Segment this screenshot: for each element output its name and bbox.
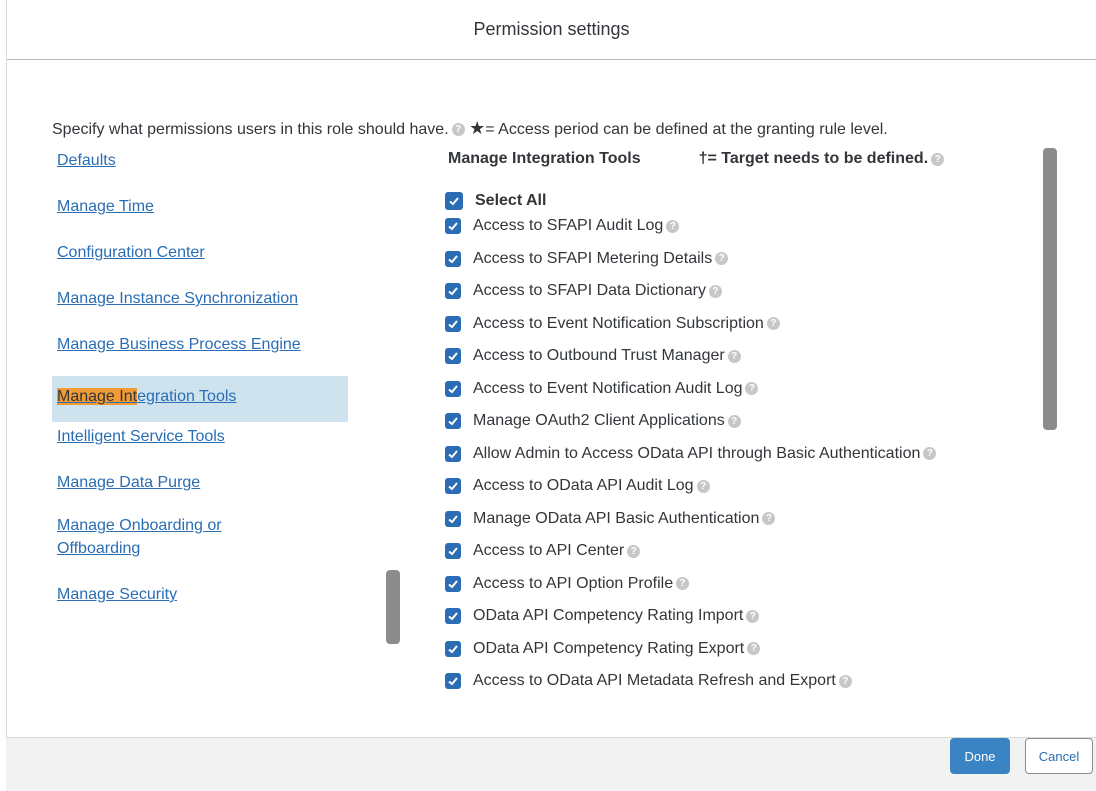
nav-item-configuration-center[interactable]: Configuration Center	[52, 238, 348, 284]
permission-row: Allow Admin to Access OData API through …	[440, 438, 1020, 471]
panel-title: Manage Integration Tools	[448, 150, 641, 167]
intro-text: Specify what permissions users in this r…	[52, 121, 449, 138]
permission-checkbox[interactable]	[445, 250, 461, 267]
help-icon[interactable]: ?	[696, 479, 710, 493]
nav-item-intelligent-service-tools[interactable]: Intelligent Service Tools	[52, 422, 348, 468]
select-all-label: Select All	[475, 192, 547, 209]
permission-row: Access to API Option Profile?	[440, 568, 1020, 601]
permission-panel: Manage Integration Tools †= Target needs…	[440, 146, 1020, 716]
permission-checkbox[interactable]	[445, 348, 461, 365]
search-highlight: Manage Int	[57, 388, 138, 405]
permission-row: OData API Competency Rating Import?	[440, 600, 1020, 633]
nav-item-manage-security[interactable]: Manage Security	[52, 580, 348, 626]
nav-item-label-line2: Offboarding	[57, 540, 141, 557]
nav-item-manage-onboarding[interactable]: Manage Onboarding or Offboarding	[52, 514, 348, 580]
dialog-title: Permission settings	[473, 19, 630, 39]
cancel-button[interactable]: Cancel	[1025, 738, 1093, 774]
permission-label: Access to OData API Metadata Refresh and…	[473, 672, 836, 690]
permission-label: Allow Admin to Access OData API through …	[473, 444, 921, 462]
permission-row: Access to Outbound Trust Manager?	[440, 340, 1020, 373]
nav-item-manage-integration-tools[interactable]: Manage Integration Tools	[52, 376, 348, 422]
permission-label: Access to SFAPI Audit Log	[473, 217, 664, 235]
help-icon[interactable]: ?	[727, 349, 741, 363]
help-icon[interactable]: ?	[727, 414, 741, 428]
select-all-checkbox[interactable]	[445, 192, 463, 210]
nav-item-label-rest: egration Tools	[137, 388, 237, 405]
nav-item-manage-bpe[interactable]: Manage Business Process Engine	[52, 330, 348, 376]
permission-row: OData API Competency Rating Export?	[440, 633, 1020, 666]
permission-label: Manage OAuth2 Client Applications	[473, 412, 725, 430]
permission-checkbox[interactable]	[445, 413, 461, 430]
help-icon[interactable]: ?	[708, 284, 722, 298]
permission-label: Access to OData API Audit Log	[473, 477, 694, 495]
permission-label: Access to Outbound Trust Manager	[473, 347, 725, 365]
help-icon[interactable]: ?	[766, 317, 780, 331]
help-icon[interactable]: ?	[451, 123, 465, 137]
permission-list: Select All Access to SFAPI Audit Log? Acc…	[440, 186, 1020, 698]
help-icon[interactable]: ?	[931, 152, 945, 166]
permission-row: Access to SFAPI Data Dictionary?	[440, 275, 1020, 308]
nav-item-manage-instance-sync[interactable]: Manage Instance Synchronization	[52, 284, 348, 330]
permission-label: Access to API Center	[473, 542, 625, 560]
permission-row: Access to API Center?	[440, 535, 1020, 568]
permission-checkbox[interactable]	[445, 478, 461, 495]
permission-checkbox[interactable]	[445, 283, 461, 300]
help-icon[interactable]: ?	[762, 512, 776, 526]
help-icon[interactable]: ?	[676, 577, 690, 591]
permission-checkbox[interactable]	[445, 543, 461, 560]
permission-checkbox[interactable]	[445, 608, 461, 625]
permission-category-nav: Defaults Manage Time Configuration Cente…	[52, 146, 352, 686]
nav-scrollbar[interactable]	[386, 570, 400, 644]
permission-row: Manage OData API Basic Authentication?	[440, 503, 1020, 536]
star-note: = Access period can be defined at the gr…	[485, 121, 888, 138]
dialog-header: Permission settings	[7, 0, 1096, 60]
permission-label: Access to Event Notification Audit Log	[473, 379, 743, 397]
permission-row: Access to OData API Audit Log?	[440, 470, 1020, 503]
permission-checkbox[interactable]	[445, 640, 461, 657]
panel-header: Manage Integration Tools †= Target needs…	[440, 146, 1020, 172]
nav-item-defaults[interactable]: Defaults	[52, 146, 348, 192]
select-all-row: Select All	[440, 186, 1020, 210]
permission-checkbox[interactable]	[445, 510, 461, 527]
help-icon[interactable]: ?	[666, 219, 680, 233]
permission-checkbox[interactable]	[445, 673, 461, 690]
permission-label: OData API Competency Rating Export	[473, 639, 745, 657]
permission-row: Access to OData API Metadata Refresh and…	[440, 665, 1020, 698]
permission-row: Access to SFAPI Metering Details?	[440, 243, 1020, 276]
dialog-footer	[6, 737, 1096, 791]
help-icon[interactable]: ?	[923, 447, 937, 461]
done-button[interactable]: Done	[950, 738, 1010, 774]
target-note: †= Target needs to be defined.	[698, 150, 929, 167]
permission-label: Access to Event Notification Subscriptio…	[473, 314, 764, 332]
permission-label: Access to SFAPI Data Dictionary	[473, 282, 706, 300]
permission-checkbox[interactable]	[445, 315, 461, 332]
help-icon[interactable]: ?	[627, 544, 641, 558]
star-icon: ★	[469, 118, 486, 138]
intro-line: Specify what permissions users in this r…	[52, 118, 888, 139]
nav-item-manage-data-purge[interactable]: Manage Data Purge	[52, 468, 348, 514]
permission-checkbox[interactable]	[445, 445, 461, 462]
permission-checkbox[interactable]	[445, 575, 461, 592]
help-icon[interactable]: ?	[745, 382, 759, 396]
help-icon[interactable]: ?	[715, 252, 729, 266]
help-icon[interactable]: ?	[746, 609, 760, 623]
permission-label: Access to API Option Profile	[473, 574, 674, 592]
permission-checkbox[interactable]	[445, 218, 461, 235]
nav-item-manage-time[interactable]: Manage Time	[52, 192, 348, 238]
permission-label: Manage OData API Basic Authentication	[473, 509, 760, 527]
help-icon[interactable]: ?	[747, 642, 761, 656]
permission-row: Manage OAuth2 Client Applications?	[440, 405, 1020, 438]
permission-row: Access to Event Notification Audit Log?	[440, 373, 1020, 406]
nav-item-label-line1: Manage Onboarding or	[57, 517, 222, 534]
permission-row: Access to SFAPI Audit Log?	[440, 210, 1020, 243]
permission-checkbox[interactable]	[445, 380, 461, 397]
permission-label: Access to SFAPI Metering Details	[473, 249, 713, 267]
help-icon[interactable]: ?	[838, 674, 852, 688]
permission-label: OData API Competency Rating Import	[473, 607, 744, 625]
panel-scrollbar[interactable]	[1043, 148, 1057, 430]
permission-row: Access to Event Notification Subscriptio…	[440, 308, 1020, 341]
